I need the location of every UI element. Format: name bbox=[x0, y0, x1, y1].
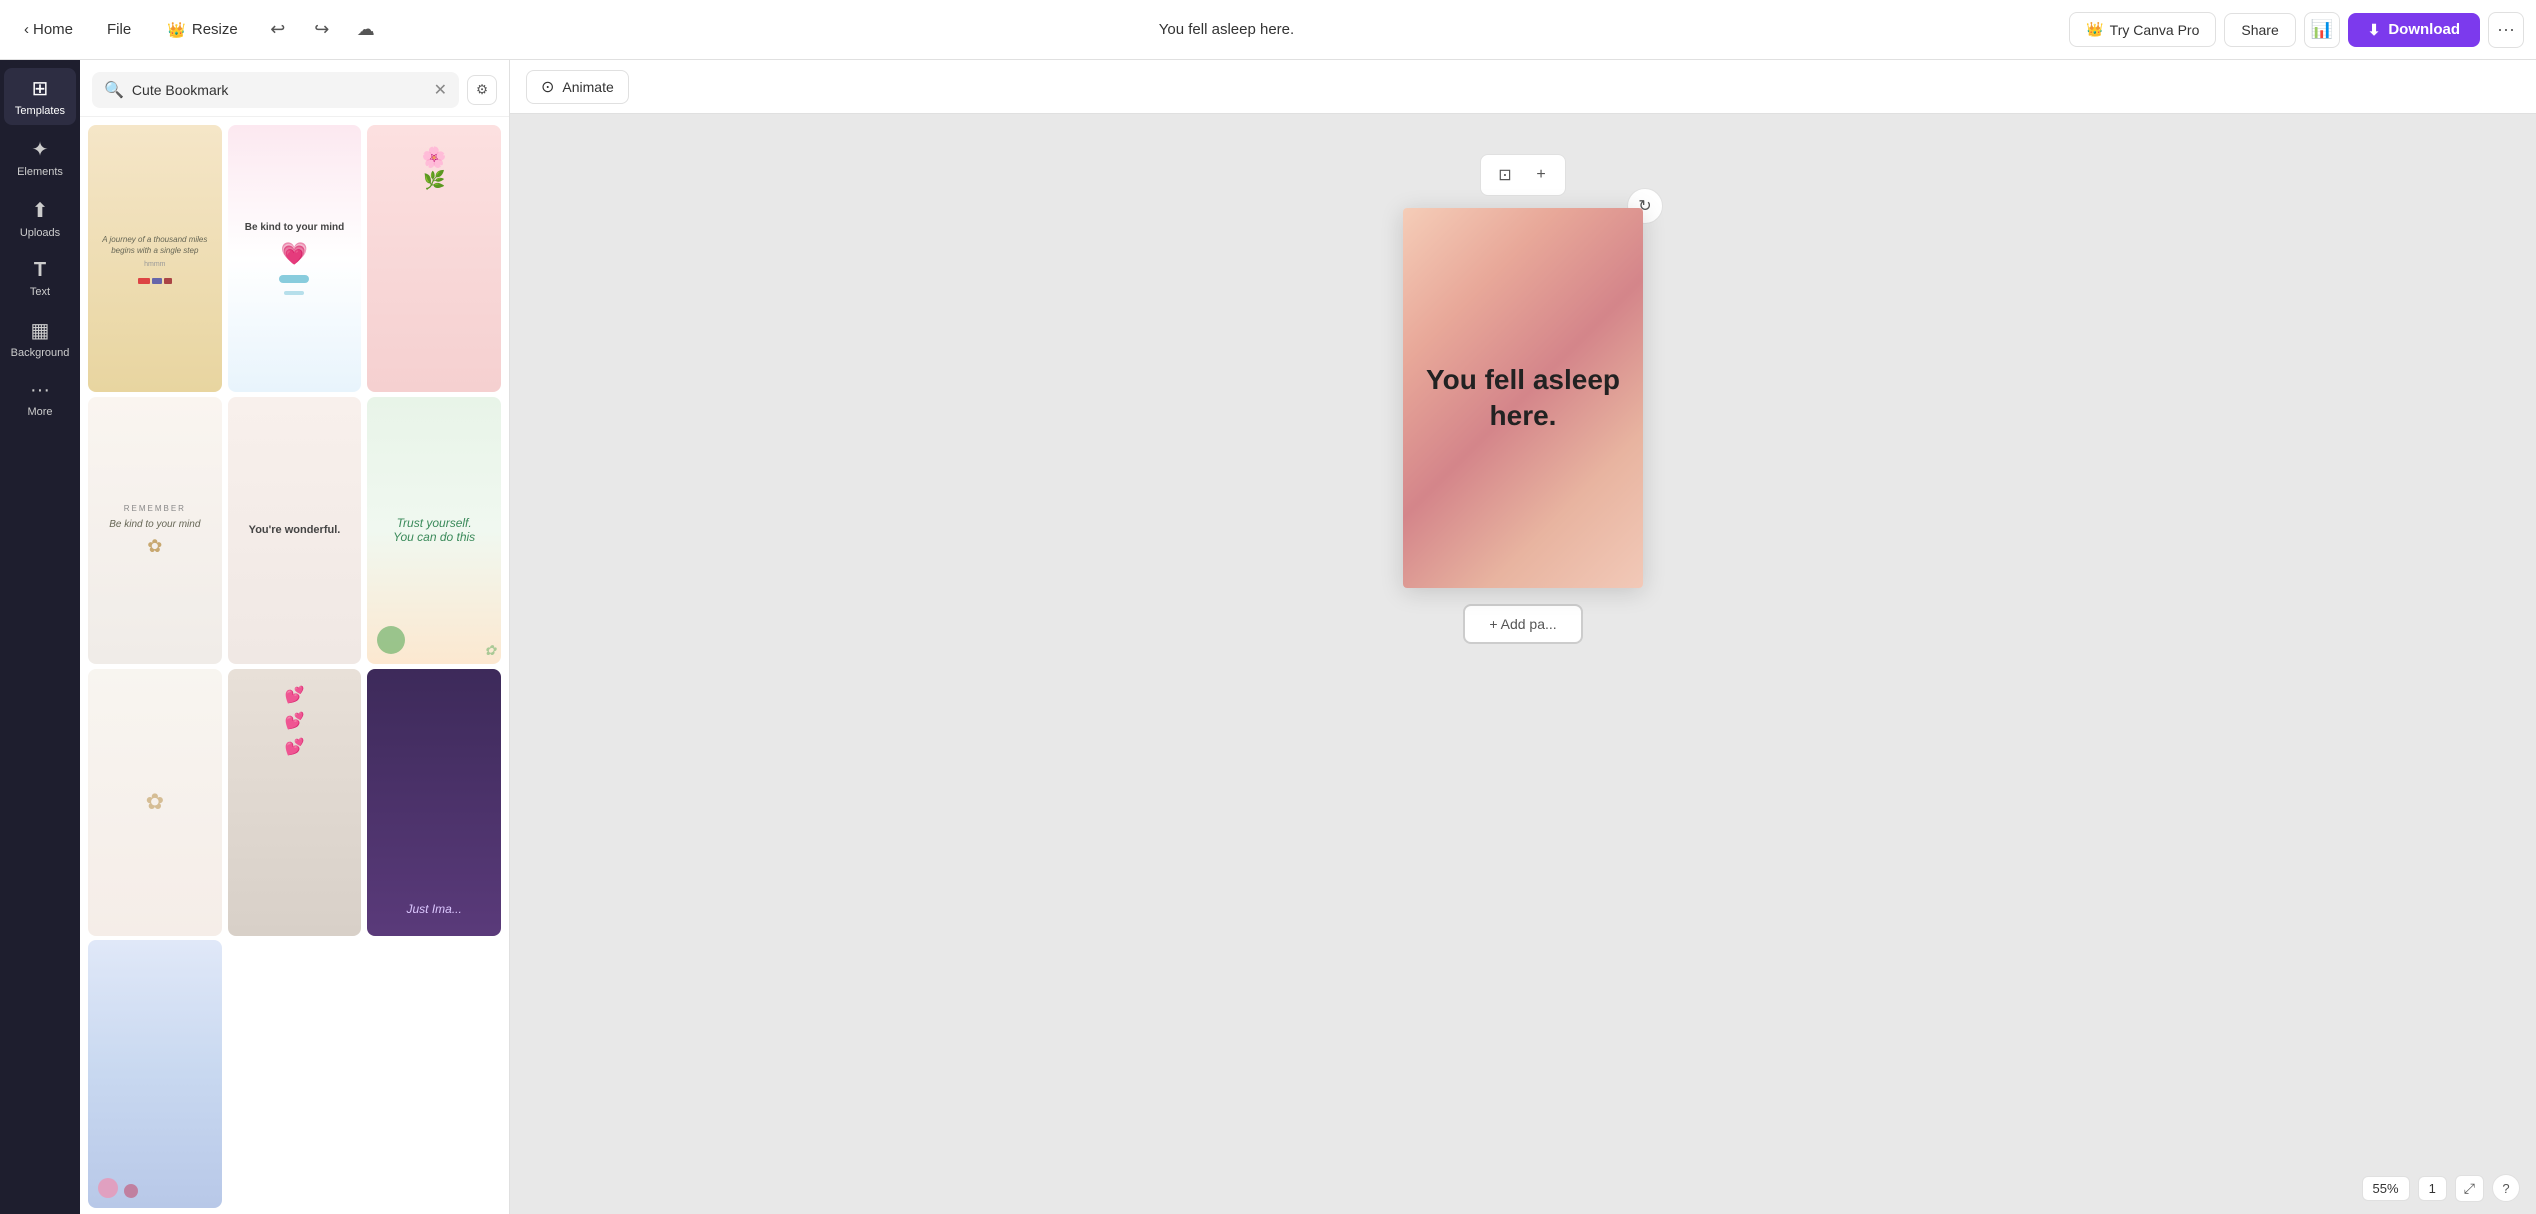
share-button[interactable]: Share bbox=[2224, 13, 2295, 47]
sidebar-item-uploads[interactable]: ⬆ Uploads bbox=[4, 190, 76, 247]
template-card[interactable]: ✿ bbox=[88, 669, 222, 936]
bookmark-text: You fell asleep here. bbox=[1403, 208, 1643, 588]
template-card[interactable]: 🌸 🌿 bbox=[367, 125, 501, 392]
status-bar: 55% 1 ⤢ ? bbox=[2362, 1174, 2520, 1202]
main-layout: ⊞ Templates ✦ Elements ⬆ Uploads T Text … bbox=[0, 60, 2536, 1214]
templates-panel: 🔍 ✕ ⚙ A journey of a thousand miles begi… bbox=[80, 60, 510, 1214]
image-replace-button[interactable]: ⊡ bbox=[1489, 159, 1521, 191]
bookmark-canvas[interactable]: You fell asleep here. bbox=[1403, 208, 1643, 588]
template-card[interactable]: REMEMBER Be kind to your mind ✿ bbox=[88, 397, 222, 664]
template-grid: A journey of a thousand miles begins wit… bbox=[80, 117, 509, 1214]
sidebar-item-background[interactable]: ▦ Background bbox=[4, 310, 76, 367]
add-page-button[interactable]: + Add pa... bbox=[1463, 604, 1582, 644]
sidebar-item-label: Uploads bbox=[20, 227, 60, 239]
more-options-button[interactable]: ··· bbox=[2488, 12, 2524, 48]
question-icon: ? bbox=[2502, 1181, 2509, 1196]
try-pro-label: Try Canva Pro bbox=[2110, 22, 2200, 38]
navbar: ‹ Home File 👑 Resize ↩ ↪ ☁ You fell asle… bbox=[0, 0, 2536, 60]
ellipsis-icon: ··· bbox=[2497, 19, 2515, 40]
bookmark-wrapper: ↻ You fell asleep here. bbox=[1403, 208, 1643, 588]
sidebar-item-more[interactable]: ··· More bbox=[4, 371, 76, 426]
page-indicator: 1 bbox=[2418, 1176, 2447, 1201]
sidebar-item-text[interactable]: T Text bbox=[4, 251, 76, 306]
download-label: Download bbox=[2388, 21, 2460, 38]
fullscreen-button[interactable]: ⤢ bbox=[2455, 1175, 2484, 1202]
sidebar-item-label: Elements bbox=[17, 166, 63, 178]
clear-search-button[interactable]: ✕ bbox=[434, 80, 447, 100]
crown-icon: 👑 bbox=[2086, 21, 2103, 38]
canvas-content: ⊡ + ↻ You fell asleep here. bbox=[1403, 154, 1643, 644]
sidebar-item-templates[interactable]: ⊞ Templates bbox=[4, 68, 76, 125]
home-button[interactable]: ‹ Home bbox=[12, 15, 85, 44]
search-input[interactable] bbox=[132, 82, 426, 98]
home-label: Home bbox=[33, 21, 73, 38]
image-icon: ⊡ bbox=[1498, 165, 1511, 185]
document-title: You fell asleep here. bbox=[392, 21, 2061, 38]
icon-sidebar: ⊞ Templates ✦ Elements ⬆ Uploads T Text … bbox=[0, 60, 80, 1214]
animate-button[interactable]: ⊙ Animate bbox=[526, 70, 629, 104]
crown-icon: 👑 bbox=[167, 21, 186, 39]
redo-button[interactable]: ↪ bbox=[304, 12, 340, 48]
canvas-area: ⊙ Animate ⊡ + ↻ bbox=[510, 60, 2536, 1214]
search-icon: 🔍 bbox=[104, 80, 124, 100]
resize-label: Resize bbox=[192, 21, 238, 38]
more-icon: ··· bbox=[30, 379, 50, 402]
analytics-button[interactable]: 📊 bbox=[2304, 12, 2340, 48]
expand-icon: ⤢ bbox=[2464, 1180, 2475, 1196]
resize-button[interactable]: 👑 Resize bbox=[153, 15, 252, 45]
templates-icon: ⊞ bbox=[32, 76, 49, 101]
sidebar-item-label: Text bbox=[30, 286, 50, 298]
file-button[interactable]: File bbox=[93, 15, 145, 44]
sidebar-item-label: More bbox=[27, 406, 52, 418]
sidebar-item-elements[interactable]: ✦ Elements bbox=[4, 129, 76, 186]
sidebar-item-label: Templates bbox=[15, 105, 65, 117]
add-element-button[interactable]: + bbox=[1525, 159, 1557, 191]
try-pro-button[interactable]: 👑 Try Canva Pro bbox=[2069, 12, 2216, 47]
download-icon: ⬇ bbox=[2368, 21, 2381, 39]
filter-button[interactable]: ⚙ bbox=[467, 75, 497, 105]
search-input-wrap: 🔍 ✕ bbox=[92, 72, 459, 108]
plus-icon: + bbox=[1536, 166, 1545, 184]
template-preview-text: A journey of a thousand miles begins wit… bbox=[88, 125, 222, 392]
chart-icon: 📊 bbox=[2311, 19, 2333, 40]
help-button[interactable]: ? bbox=[2492, 1174, 2520, 1202]
text-icon: T bbox=[34, 259, 46, 282]
search-bar: 🔍 ✕ ⚙ bbox=[80, 60, 509, 117]
template-card[interactable]: Be kind to your mind 💗 bbox=[228, 125, 362, 392]
uploads-icon: ⬆ bbox=[32, 198, 49, 223]
cloud-save-button[interactable]: ☁ bbox=[348, 12, 384, 48]
template-card[interactable] bbox=[88, 940, 222, 1207]
sidebar-item-label: Background bbox=[11, 347, 70, 359]
animate-icon: ⊙ bbox=[541, 77, 554, 97]
filter-icon: ⚙ bbox=[476, 82, 488, 97]
canvas-toolbar: ⊙ Animate bbox=[510, 60, 2536, 114]
template-preview-text: You're wonderful. bbox=[228, 397, 362, 664]
animate-label: Animate bbox=[562, 79, 613, 95]
elements-icon: ✦ bbox=[32, 137, 49, 162]
template-card[interactable]: Trust yourself. You can do this ✿ bbox=[367, 397, 501, 664]
background-icon: ▦ bbox=[31, 318, 50, 343]
template-card[interactable]: A journey of a thousand miles begins wit… bbox=[88, 125, 222, 392]
chevron-left-icon: ‹ bbox=[24, 21, 29, 38]
template-card[interactable]: Just Ima... bbox=[367, 669, 501, 936]
canvas-scroll[interactable]: ⊡ + ↻ You fell asleep here. bbox=[510, 114, 2536, 1214]
undo-button[interactable]: ↩ bbox=[260, 12, 296, 48]
canvas-floating-toolbar: ⊡ + bbox=[1480, 154, 1566, 196]
template-card[interactable]: You're wonderful. bbox=[228, 397, 362, 664]
template-card[interactable]: 💕 💕 💕 bbox=[228, 669, 362, 936]
zoom-level: 55% bbox=[2362, 1176, 2410, 1201]
nav-right: 👑 Try Canva Pro Share 📊 ⬇ Download ··· bbox=[2069, 12, 2524, 48]
template-preview-text: Trust yourself. You can do this ✿ bbox=[367, 397, 501, 664]
download-button[interactable]: ⬇ Download bbox=[2348, 13, 2480, 47]
